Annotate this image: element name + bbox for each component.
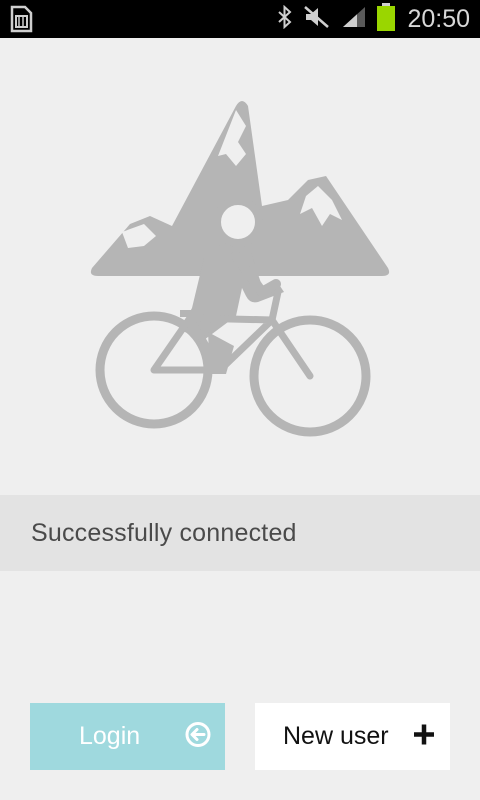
mute-icon [303,5,331,34]
connection-status-banner: Successfully connected [0,495,480,571]
sim-card-icon [8,5,34,38]
plus-icon [412,722,436,751]
login-arrow-icon [185,721,211,752]
battery-icon [377,2,396,36]
login-button[interactable]: Login [30,703,225,770]
bluetooth-icon [277,4,293,34]
connection-status-text: Successfully connected [31,518,297,547]
new-user-button[interactable]: New user [255,703,450,770]
mountain-bike-icon [86,96,394,440]
signal-icon [341,5,367,34]
new-user-button-label: New user [283,722,389,750]
status-bar: 20:50 [0,0,480,38]
clock: 20:50 [407,4,470,33]
login-button-label: Login [79,722,141,750]
